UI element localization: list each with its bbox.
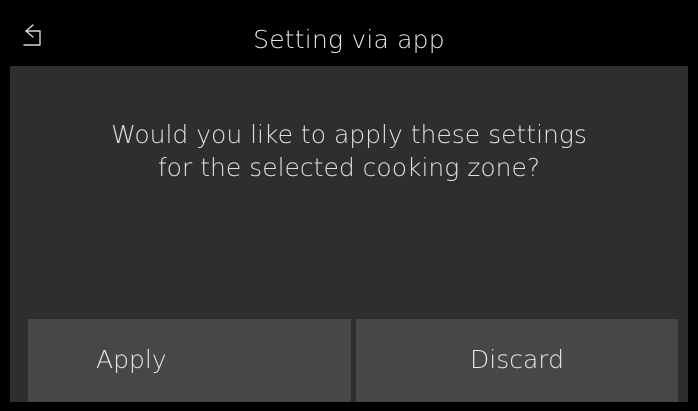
title-bar: Setting via app: [0, 0, 698, 66]
dialog-message: Would you like to apply these settings f…: [10, 118, 688, 184]
dialog-message-line-1: Would you like to apply these settings: [111, 120, 587, 149]
apply-button[interactable]: Apply: [28, 319, 351, 402]
dialog-message-line-2: for the selected cooking zone?: [157, 153, 541, 182]
dialog-panel: Would you like to apply these settings f…: [10, 66, 688, 402]
discard-button[interactable]: Discard: [356, 319, 678, 402]
page-title: Setting via app: [253, 25, 445, 54]
screen: Setting via app Would you like to apply …: [0, 0, 698, 411]
